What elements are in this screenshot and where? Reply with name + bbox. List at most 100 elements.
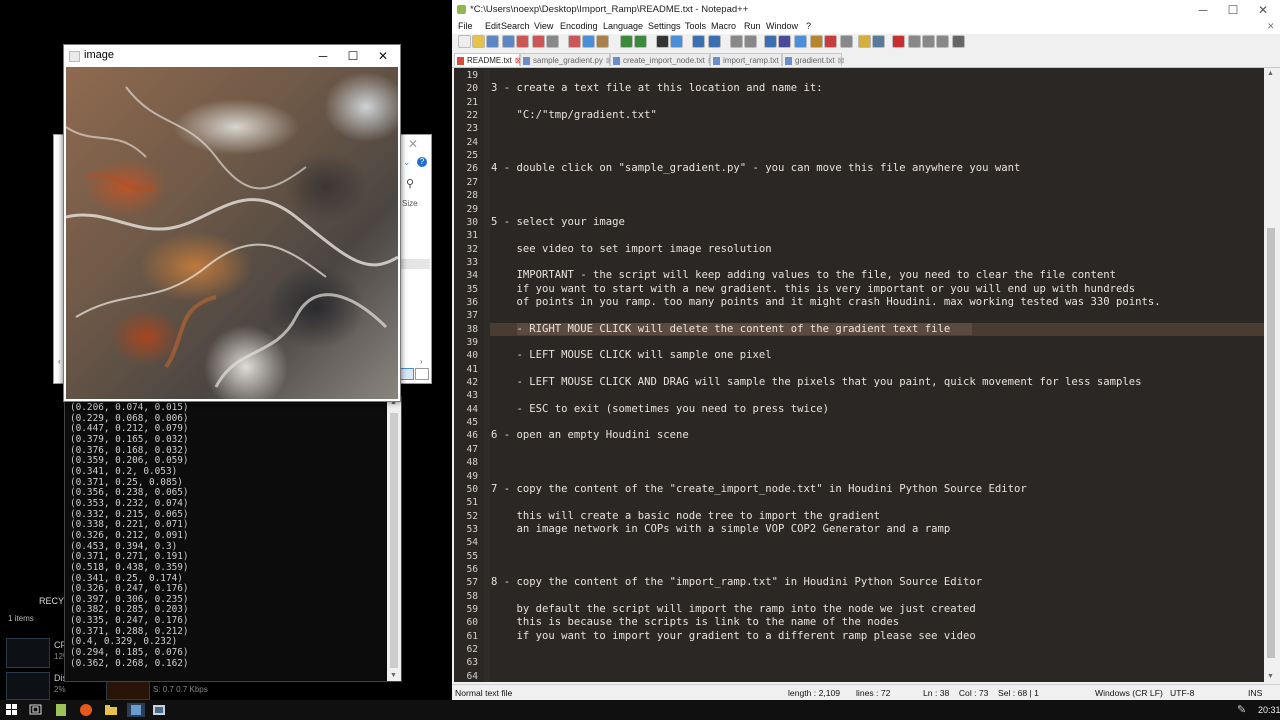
scroll-right-icon[interactable]: › <box>420 357 423 366</box>
doc-close-icon[interactable]: ✕ <box>1267 21 1275 32</box>
undo-icon[interactable] <box>620 35 633 48</box>
code-line[interactable]: - LEFT MOUSE CLICK AND DRAG will sample … <box>491 376 1142 388</box>
find-icon[interactable] <box>656 35 669 48</box>
code-line[interactable]: 7 - copy the content of the "create_impo… <box>491 483 1027 495</box>
tab-close-icon[interactable]: ⊠ <box>838 56 845 65</box>
tab-sample-gradient-py[interactable]: sample_gradient.py⊠ <box>520 53 613 66</box>
code-line[interactable]: 5 - select your image <box>491 216 625 228</box>
play-icon[interactable] <box>922 35 935 48</box>
menu-file[interactable]: File <box>458 21 473 31</box>
sync-v-icon[interactable] <box>730 35 743 48</box>
menu-window[interactable]: Window <box>766 21 798 31</box>
print-icon[interactable] <box>546 35 559 48</box>
code-line[interactable]: "C:/"tmp/gradient.txt" <box>491 109 657 121</box>
python-taskbar-icon[interactable] <box>127 703 145 717</box>
code-line[interactable]: 6 - open an empty Houdini scene <box>491 429 689 441</box>
save-icon[interactable] <box>486 35 499 48</box>
zoom-out-icon[interactable] <box>708 35 721 48</box>
code-line[interactable]: see video to set import image resolution <box>491 243 772 255</box>
tiles-view-icon[interactable] <box>415 368 429 380</box>
code-line[interactable]: this is because the scripts is link to t… <box>491 616 900 628</box>
open-icon[interactable] <box>472 35 485 48</box>
image-window[interactable]: image ─ ☐ ✕ <box>63 44 401 402</box>
console-scrollbar[interactable]: ▲ ▼ <box>387 397 401 681</box>
sync-h-icon[interactable] <box>744 35 757 48</box>
record-icon[interactable] <box>892 35 905 48</box>
file-explorer-icon[interactable] <box>104 703 118 717</box>
code-line[interactable]: - ESC to exit (sometimes you need to pre… <box>491 403 830 415</box>
menu-encoding[interactable]: Encoding <box>560 21 598 31</box>
sampled-image[interactable] <box>66 67 398 399</box>
redo-icon[interactable] <box>634 35 647 48</box>
tab-gradient-txt[interactable]: gradient.txt ⊠ <box>782 53 845 66</box>
editor-scrollbar[interactable]: ▲ ▼ <box>1264 68 1278 682</box>
notepad-plus-plus-taskbar-icon[interactable] <box>54 703 68 717</box>
console-scroll-thumb[interactable] <box>390 413 398 668</box>
menu-help[interactable]: ? <box>806 21 811 31</box>
wrap-icon[interactable] <box>764 35 777 48</box>
code-line[interactable]: - LEFT MOUSE CLICK will sample one pixel <box>491 349 772 361</box>
close-icon[interactable]: ✕ <box>408 137 418 151</box>
scroll-up-icon[interactable]: ▲ <box>1267 70 1274 77</box>
editor-scroll-thumb[interactable] <box>1267 228 1275 658</box>
menu-settings[interactable]: Settings <box>648 21 681 31</box>
search-icon[interactable]: ⚲ <box>406 177 414 190</box>
tab-create-import-node-txt[interactable]: create_import_node.txt⊠ <box>610 53 715 66</box>
menu-tools[interactable]: Tools <box>685 21 706 31</box>
tab-readme-txt[interactable]: README.txt ⊠ <box>454 53 522 66</box>
code-line[interactable]: if you want to import your gradient to a… <box>491 630 976 642</box>
minimize-icon[interactable]: ─ <box>308 45 338 67</box>
folder-ws-icon[interactable] <box>858 35 871 48</box>
menu-language[interactable]: Language <box>603 21 643 31</box>
monitor-icon[interactable] <box>872 35 885 48</box>
play-multi-icon[interactable] <box>936 35 949 48</box>
npp-titlebar[interactable]: *C:\Users\noexp\Desktop\Import_Ramp\READ… <box>452 0 1280 20</box>
close-icon[interactable]: ✕ <box>1248 0 1278 21</box>
selected-row[interactable] <box>400 259 430 269</box>
new-icon[interactable] <box>458 35 471 48</box>
copy-icon[interactable] <box>582 35 595 48</box>
scroll-down-icon[interactable]: ▼ <box>1267 673 1274 680</box>
code-line[interactable]: 3 - create a text file at this location … <box>491 82 823 94</box>
size-column-header[interactable]: Size <box>402 199 418 208</box>
code-line[interactable]: by default the script will import the ra… <box>491 603 976 615</box>
zoom-in-icon[interactable] <box>692 35 705 48</box>
menu-run[interactable]: Run <box>744 21 761 31</box>
udl-icon[interactable] <box>810 35 823 48</box>
minimize-icon[interactable]: ─ <box>1188 0 1218 21</box>
help-icon[interactable]: ? <box>417 157 427 167</box>
close-icon[interactable]: ✕ <box>368 45 398 67</box>
maximize-icon[interactable]: ☐ <box>1218 0 1248 21</box>
stop-icon[interactable] <box>908 35 921 48</box>
python-console-window[interactable]: (0.206, 0.074, 0.015) (0.229, 0.068, 0.00… <box>64 396 402 682</box>
menu-edit[interactable]: Edit <box>485 21 501 31</box>
taskbar-clock[interactable]: 20:31 <box>1258 705 1280 715</box>
save-macro-icon[interactable] <box>952 35 965 48</box>
code-line[interactable]: IMPORTANT - the script will keep adding … <box>491 269 1117 281</box>
scroll-left-icon[interactable]: ‹ <box>58 357 61 366</box>
func-list-icon[interactable] <box>840 35 853 48</box>
image-window-titlebar[interactable]: image ─ ☐ ✕ <box>64 45 400 67</box>
menu-view[interactable]: View <box>534 21 553 31</box>
details-view-icon[interactable] <box>400 368 414 380</box>
save-all-icon[interactable] <box>502 35 515 48</box>
pen-icon[interactable]: ✎ <box>1237 703 1246 716</box>
code-line[interactable]: 4 - double click on "sample_gradient.py"… <box>491 162 1020 174</box>
maximize-icon[interactable]: ☐ <box>338 45 368 67</box>
houdini-taskbar-icon[interactable] <box>79 703 93 717</box>
image-viewer-taskbar-icon[interactable] <box>152 703 166 717</box>
code-line[interactable]: if you want to start with a new gradient… <box>491 283 1136 295</box>
scroll-down-icon[interactable]: ▼ <box>390 672 397 679</box>
text-editor[interactable]: 19 20 3 - create a text file at this locat… <box>454 68 1264 682</box>
code-line[interactable]: of points in you ramp. too many points a… <box>491 296 1161 308</box>
close-icon[interactable] <box>516 35 529 48</box>
cut-icon[interactable] <box>568 35 581 48</box>
task-view-icon[interactable] <box>29 703 43 717</box>
code-line[interactable]: an image network in COPs with a simple V… <box>491 523 951 535</box>
tab-import-ramp-txt[interactable]: import_ramp.txt⊠ <box>710 53 788 66</box>
menu-search[interactable]: Search <box>501 21 530 31</box>
paste-icon[interactable] <box>596 35 609 48</box>
code-line[interactable]: - RIGHT MOUE CLICK will delete the conte… <box>491 323 951 335</box>
code-line[interactable]: 8 - copy the content of the "import_ramp… <box>491 576 982 588</box>
close-all-icon[interactable] <box>532 35 545 48</box>
